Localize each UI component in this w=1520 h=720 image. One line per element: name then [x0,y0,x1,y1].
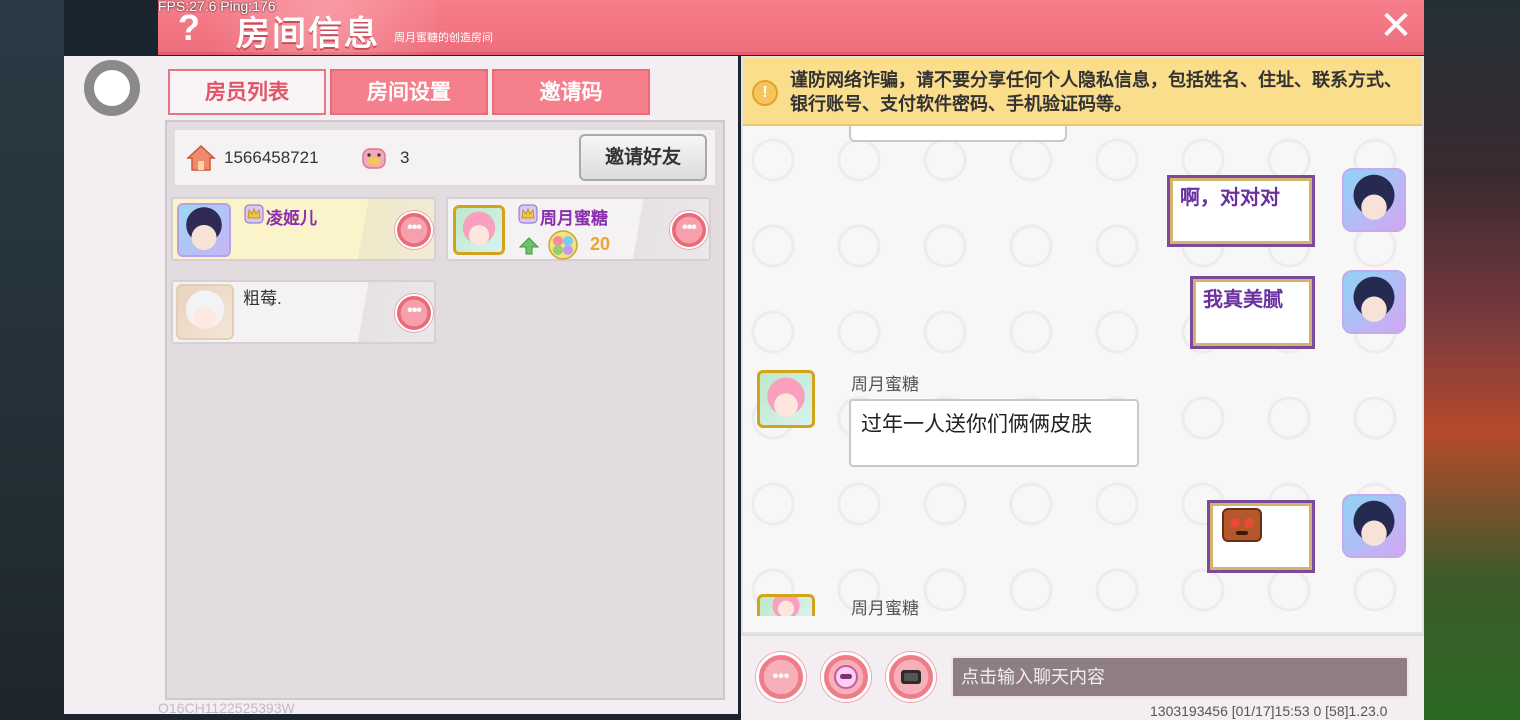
avatar[interactable] [177,203,231,257]
warning-icon: ! [752,80,778,106]
avatar[interactable] [176,284,234,340]
room-id: 1566458721 [224,148,319,167]
game-background-left [0,0,64,720]
angry-face-emoji [1222,508,1262,542]
question-icon[interactable]: ? [172,8,206,48]
chat-message-text: 我真美腻 [1203,289,1283,311]
tab-member-list[interactable]: 房员列表 [168,69,326,115]
player-count: 3 [400,148,410,167]
member-more-button[interactable]: ••• [395,294,433,332]
sender-name: 周月蜜糖 [851,599,919,618]
member-name: 周月蜜糖 [540,209,608,228]
voice-button[interactable] [886,652,936,702]
more-options-button[interactable]: ••• [756,652,806,702]
level-up-arrow-icon [518,237,540,255]
status-footer: 1303193456 [01/17]15:53 0 [58]1.23.0 [1150,703,1388,719]
chat-message-text: 啊，对对对 [1180,187,1280,209]
chat-input[interactable]: 点击输入聊天内容 [951,656,1409,698]
sender-name: 周月蜜糖 [851,375,919,394]
device-uid: O16CH1122525393W [158,700,295,716]
avatar[interactable] [453,205,505,255]
host-badge-icon [244,204,264,224]
level-flower-icon [548,230,578,260]
chat-message-text: 过年一人送你们俩俩皮肤 [861,413,1092,436]
emoji-button[interactable] [821,652,871,702]
member-name: 粗莓. [243,289,282,308]
chat-background-pattern [743,128,1422,634]
member-more-button[interactable]: ••• [395,211,433,249]
game-background-right [1424,0,1520,720]
member-more-button[interactable]: ••• [670,211,708,249]
avatar[interactable] [1342,168,1406,232]
close-icon[interactable]: ✕ [1378,6,1414,46]
avatar[interactable] [757,370,815,428]
host-badge-icon [518,204,538,224]
room-owner-subtitle: 周月蜜糖的创造房间 [394,32,493,44]
member-name: 凌姬儿 [266,209,317,228]
avatar[interactable] [1342,270,1406,334]
tab-invite-code[interactable]: 邀请码 [492,69,650,115]
invite-friends-button[interactable]: 邀请好友 [579,134,707,181]
player-count-icon [362,148,386,169]
tab-room-settings[interactable]: 房间设置 [330,69,488,115]
avatar[interactable] [757,594,815,616]
home-icon [186,144,216,171]
member-level: 20 [590,234,611,254]
avatar[interactable] [1342,494,1406,558]
ring-icon[interactable] [84,60,140,116]
chat-bubble [849,126,1067,142]
fps-ping-readout: FPS:27.6 Ping:176 [158,0,276,14]
fraud-warning-text: 谨防网络诈骗，请不要分享任何个人隐私信息，包括姓名、住址、联系方式、银行账号、支… [790,70,1402,114]
